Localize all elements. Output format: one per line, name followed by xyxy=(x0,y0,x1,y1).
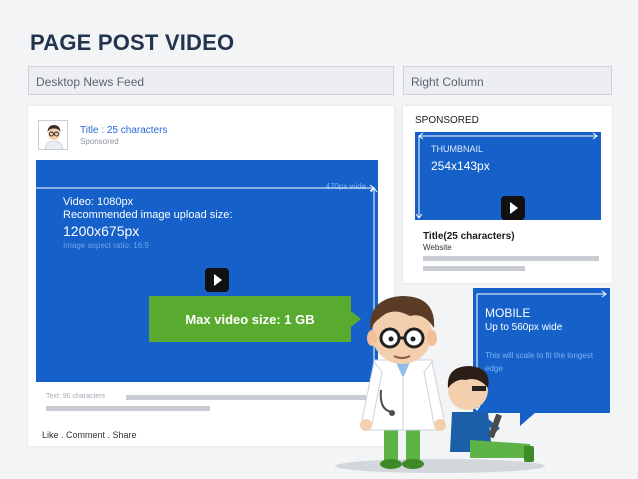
doctor-character-icon xyxy=(360,296,446,469)
characters-illustration xyxy=(335,296,545,473)
shadow xyxy=(335,459,545,473)
boy-with-tablet-icon xyxy=(447,366,534,462)
